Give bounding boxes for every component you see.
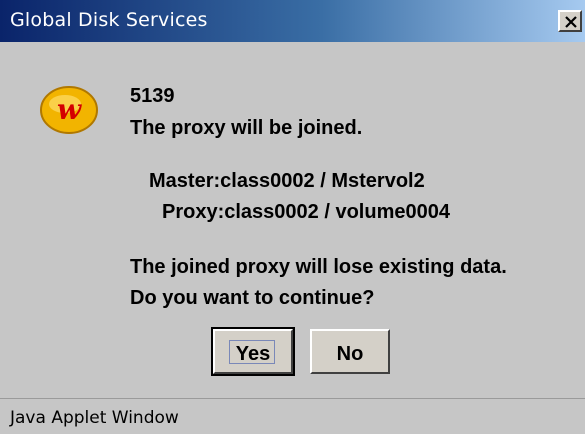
close-icon <box>565 16 577 28</box>
close-button[interactable] <box>558 10 582 32</box>
web-w-logo-icon: w <box>38 84 100 136</box>
dialog-window: Global Disk Services w 5139 The proxy wi… <box>0 0 585 434</box>
svg-text:w: w <box>57 93 82 126</box>
message-code: 5139 <box>130 85 175 107</box>
status-text: Java Applet Window <box>10 408 179 428</box>
message-master-volume: Master:class0002 / Mstervol2 <box>149 170 425 192</box>
no-button-label: No <box>336 343 364 365</box>
yes-button-label: Yes <box>235 343 271 365</box>
no-button[interactable]: No <box>310 329 390 374</box>
status-bar: Java Applet Window <box>0 398 585 434</box>
message-proxy-volume: Proxy:class0002 / volume0004 <box>162 201 450 223</box>
message-question: Do you want to continue? <box>130 287 375 309</box>
yes-button[interactable]: Yes <box>211 327 295 376</box>
message-warning: The joined proxy will lose existing data… <box>130 256 507 278</box>
message-main: The proxy will be joined. <box>130 117 363 139</box>
title-bar[interactable]: Global Disk Services <box>0 0 585 42</box>
window-title: Global Disk Services <box>10 9 208 31</box>
